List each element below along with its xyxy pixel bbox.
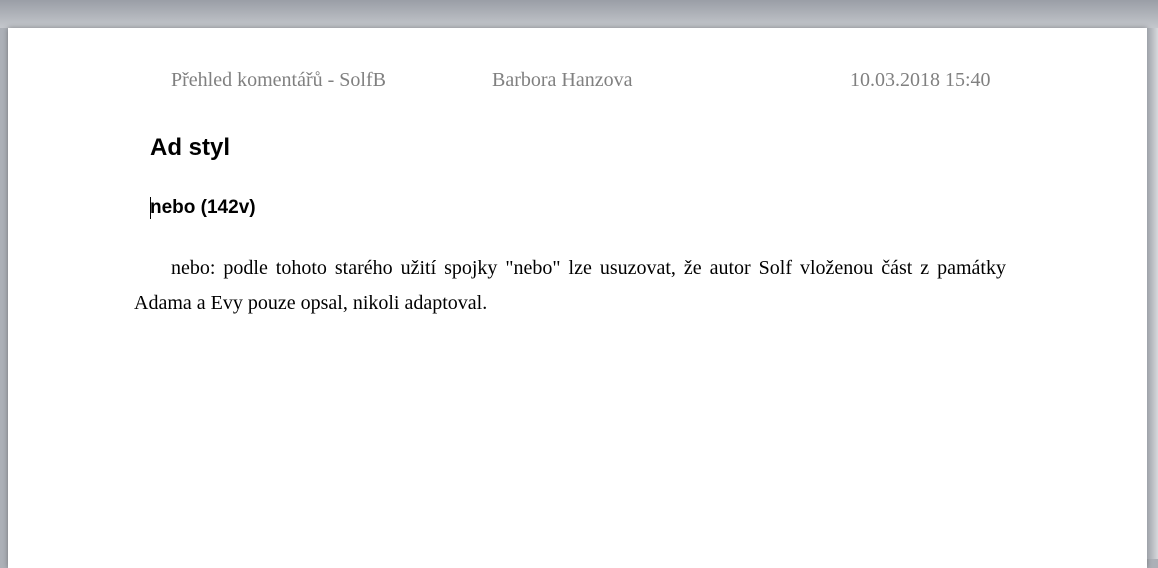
right-gutter [1147, 28, 1158, 559]
section-heading[interactable]: Ad styl [150, 133, 230, 163]
comment-subheading[interactable]: nebo (142v) [150, 196, 256, 220]
window-top-shade [0, 0, 1158, 28]
text-cursor [150, 197, 151, 219]
header-title: Přehled komentářů - SolfB [171, 69, 386, 91]
comment-paragraph[interactable]: nebo: podle tohoto starého užití spojky … [134, 251, 1006, 321]
header-author: Barbora Hanzova [492, 69, 633, 91]
header-datetime: 10.03.2018 15:40 [850, 69, 991, 91]
